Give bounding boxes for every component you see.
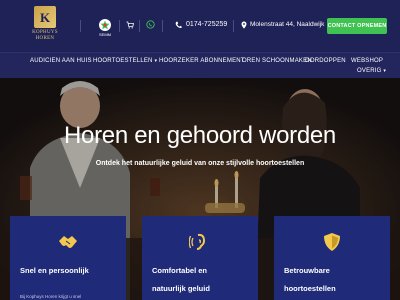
seal-label: SEMM: [99, 32, 111, 37]
ear-sound-icon: [189, 233, 206, 250]
phone-icon: [175, 20, 182, 32]
card-title-line: Comfortabel en: [152, 266, 208, 275]
phone-number[interactable]: 0174-725259: [186, 21, 227, 28]
divider: [139, 20, 140, 32]
divider: [80, 20, 81, 32]
logo-name-line2: HOREN: [35, 36, 55, 41]
nav-item-audicien-aan-huis[interactable]: AUDICIEN AAN HUIS: [30, 58, 92, 64]
logo-emblem[interactable]: K: [34, 6, 56, 28]
logo-letter: K: [39, 9, 51, 25]
hero-title: Horen en gehoord worden: [64, 122, 336, 149]
whatsapp-icon[interactable]: [146, 20, 155, 32]
nav-item-label: HOORTOESTELLEN: [93, 58, 153, 64]
seal-icon: [99, 19, 111, 31]
feature-card-betrouwbaar[interactable]: Betrouwbare hoortoestellen: [274, 216, 390, 300]
logo-text[interactable]: KOPHUYS HOREN: [28, 30, 62, 42]
card-title: Comfortabel en natuurlijk geluid: [152, 260, 252, 296]
contact-button[interactable]: CONTACT OPNEMEN: [327, 18, 387, 34]
divider: [233, 20, 234, 32]
feature-card-comfortabel[interactable]: Comfortabel en natuurlijk geluid: [142, 216, 258, 300]
location-pin-icon: [241, 20, 247, 32]
shield-icon: [324, 233, 340, 251]
nav-item-hoortoestellen[interactable]: HOORTOESTELLEN ▾: [93, 58, 157, 64]
card-title: Betrouwbare hoortoestellen: [284, 260, 384, 296]
main-nav: AUDICIEN AAN HUIS HOORTOESTELLEN ▾ HOORZ…: [0, 52, 400, 78]
cart-icon[interactable]: [126, 20, 135, 32]
feature-card-snel[interactable]: Snel en persoonlijk Bij Kophuys Horen kr…: [10, 216, 126, 300]
nav-item-hoorzeker-abonnement[interactable]: HOORZEKER ABONNEMENT: [159, 58, 245, 64]
nav-item-overig[interactable]: OVERIG ▾: [357, 68, 386, 74]
card-title-line: natuurlijk geluid: [152, 284, 210, 293]
card-title-line: Betrouwbare: [284, 266, 330, 275]
divider: [162, 20, 163, 32]
card-text: Bij Kophuys Horen krijgt u snel: [20, 294, 82, 299]
handshake-icon: [59, 236, 77, 248]
card-title: Snel en persoonlijk: [20, 260, 120, 282]
nav-item-label: OVERIG: [357, 68, 382, 74]
chevron-down-icon: ▾: [383, 68, 387, 74]
nav-item-oordoppen[interactable]: OORDOPPEN: [305, 58, 346, 64]
divider: [119, 20, 120, 32]
top-header: K KOPHUYS HOREN SEMM 0174-725259 Molenst…: [0, 0, 400, 52]
address: Molenstraat 44, Naaldwijk: [250, 21, 325, 28]
nav-item-webshop[interactable]: WEBSHOP: [351, 58, 383, 64]
nav-item-oren-schoonmaken[interactable]: OREN SCHOONMAKEN: [242, 58, 312, 64]
hero-subtitle: Ontdek het natuurlijke geluid van onze s…: [95, 160, 305, 167]
card-title-line: hoortoestellen: [284, 284, 336, 293]
chevron-down-icon: ▾: [154, 58, 158, 64]
card-title-line: Snel en persoonlijk: [20, 266, 89, 275]
